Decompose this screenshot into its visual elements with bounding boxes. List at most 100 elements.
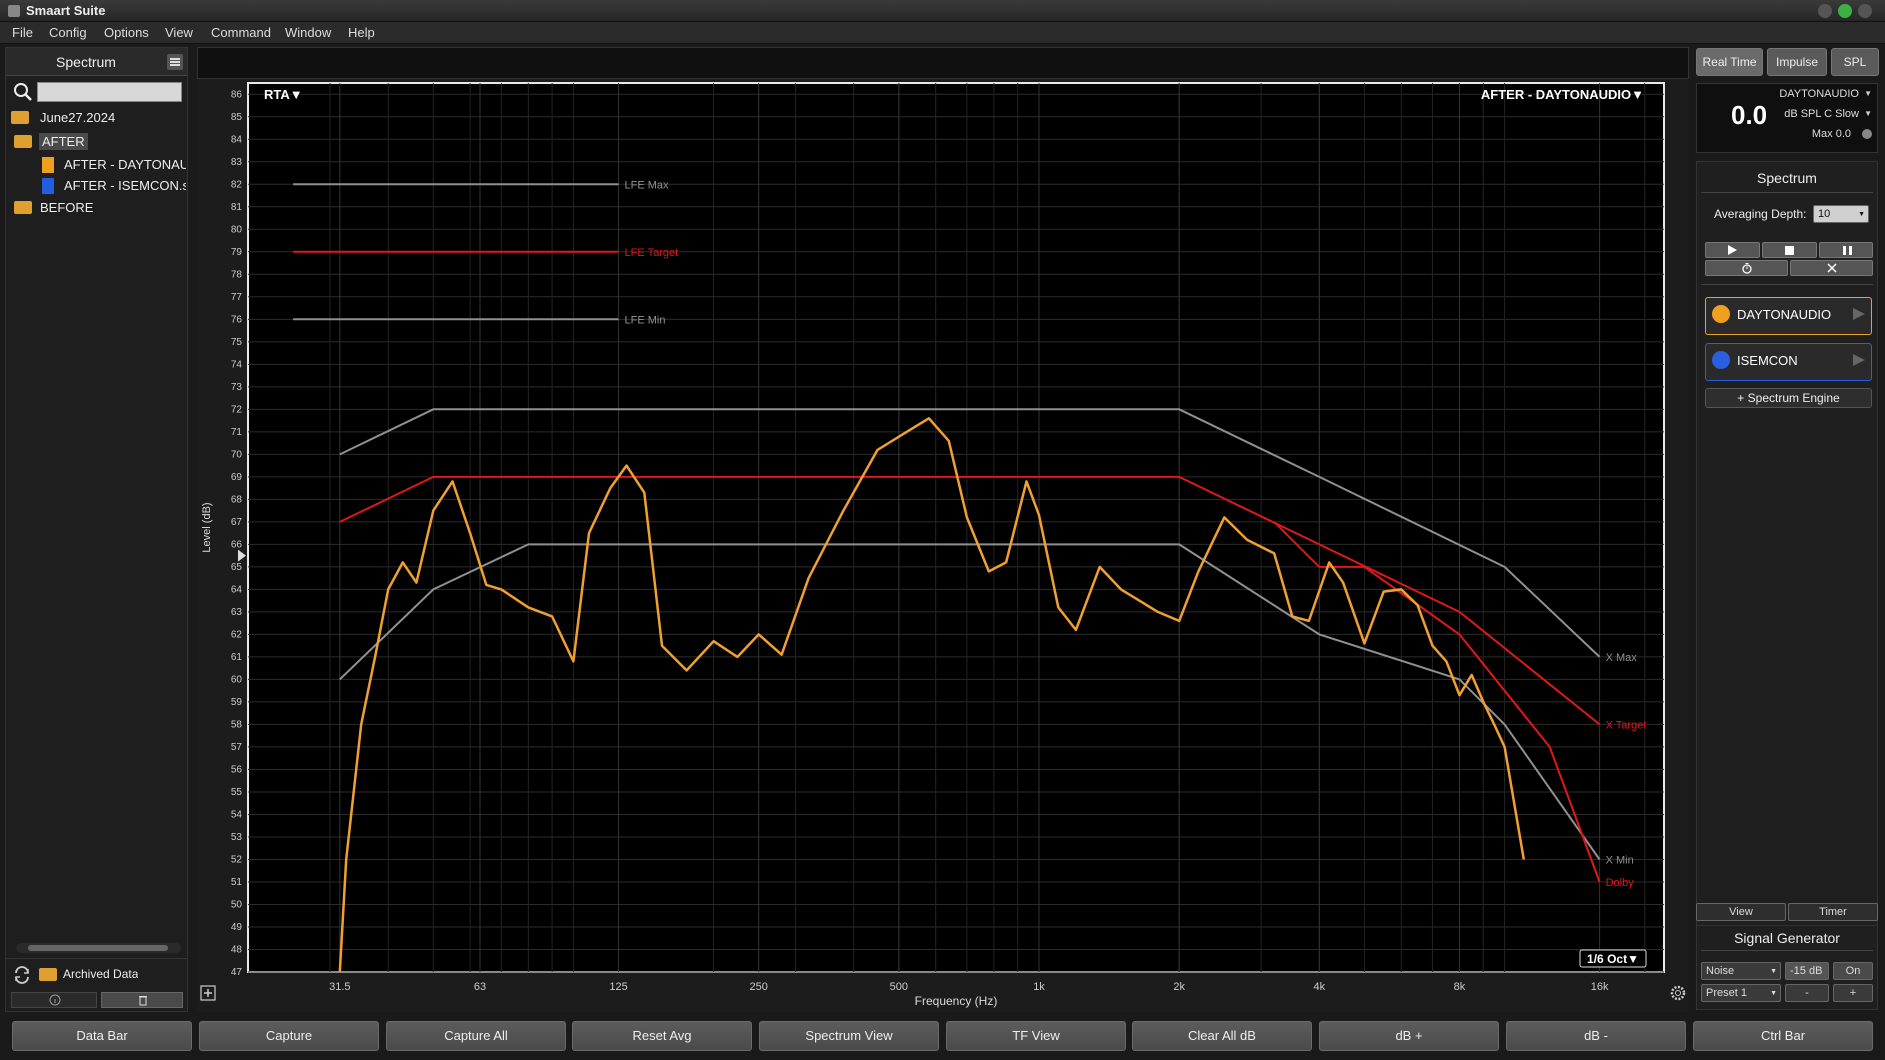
maximize-button[interactable] [1838,4,1852,18]
divider [1701,950,1873,951]
level-marker[interactable] [238,549,246,562]
timer-button[interactable] [1705,260,1788,276]
archived-data-row[interactable]: Archived Data [6,958,187,988]
averaging-label: Averaging Depth: [1714,207,1807,221]
file-browser-title: Spectrum [56,54,116,70]
x-tick-label: 16k [1591,981,1609,993]
measurement-daytonaudio[interactable]: DAYTONAUDIO [1705,297,1872,335]
menu-file[interactable]: File [12,25,33,40]
minimize-button[interactable] [1818,4,1832,18]
file-browser-scrollbar[interactable] [16,943,181,953]
y-tick-label: 50 [231,899,243,910]
spectrum-plot[interactable]: 47 48 49 50 51 52 53 54 55 56 57 58 59 60 61 62 63 64 65 66… [197,79,1689,1012]
clear-all-db-button[interactable]: Clear All dB [1132,1021,1312,1051]
window-title: Smaart Suite [26,3,106,18]
sync-icon[interactable] [12,965,32,985]
play-icon[interactable] [1853,354,1865,366]
y-tick-label: 85 [231,112,243,123]
gear-icon[interactable] [1670,985,1686,1001]
trash-icon [139,996,147,1006]
archived-data-label: Archived Data [63,967,139,981]
ctrl-bar-button[interactable]: Ctrl Bar [1693,1021,1873,1051]
chevron-down-icon: ▼ [1864,89,1872,98]
signal-on-button[interactable]: On [1833,962,1873,980]
tree-item-after[interactable]: AFTER [6,132,187,152]
y-tick-label: 86 [231,89,243,100]
level-minus-button[interactable]: - [1785,984,1829,1002]
y-tick-label: 70 [231,449,243,460]
spectrum-engine-button[interactable]: + Spectrum Engine [1705,388,1872,408]
tree-item-after-isemcon[interactable]: AFTER - ISEMCON.s [6,176,187,196]
y-tick-label: 73 [231,382,243,393]
menu-view[interactable]: View [165,25,193,40]
db-plus-button[interactable]: dB + [1319,1021,1499,1051]
tf-view-button[interactable]: TF View [946,1021,1126,1051]
y-tick-label: 62 [231,629,243,640]
stop-button[interactable] [1762,242,1817,258]
signal-type-value: Noise [1706,965,1735,977]
close-button[interactable] [1858,4,1872,18]
preset-select[interactable]: Preset 1 ▼ [1701,984,1781,1002]
tree-item-after-daytonaudio[interactable]: AFTER - DAYTONAUDIO [6,155,187,175]
tree-item-before[interactable]: BEFORE [6,198,187,218]
spl-source[interactable]: DAYTONAUDIO [1779,88,1859,100]
spectrum-section-title: Spectrum [1757,170,1817,186]
menu-config[interactable]: Config [49,25,87,40]
info-icon [49,994,61,1006]
tree-label: AFTER [39,133,88,150]
delete-button[interactable] [101,992,183,1008]
signal-type-select[interactable]: Noise ▼ [1701,962,1781,980]
y-tick-label: 74 [231,359,243,370]
menu-options[interactable]: Options [104,25,149,40]
x-tick-label: 31.5 [329,981,350,993]
tools-button[interactable] [1790,260,1873,276]
db-minus-button[interactable]: dB - [1506,1021,1686,1051]
spl-meter: DAYTONAUDIO ▼ 0.0 dB SPL C Slow ▼ Max 0.… [1696,83,1878,153]
play-icon[interactable] [1853,308,1865,320]
data-bar-button[interactable]: Data Bar [12,1021,192,1051]
y-tick-label: 80 [231,224,243,235]
x-tick-label: 2k [1173,981,1185,993]
pause-button[interactable] [1819,242,1873,258]
measurement-label: DAYTONAUDIO [1737,307,1832,322]
capture-button[interactable]: Capture [199,1021,379,1051]
y-tick-label: 75 [231,337,243,348]
reset-avg-button[interactable]: Reset Avg [572,1021,752,1051]
chevron-down-icon: ▼ [1770,968,1777,975]
file-browser-footer [11,992,183,1008]
tab-impulse[interactable]: Impulse [1767,48,1827,76]
view-button[interactable]: View [1696,903,1786,921]
level-plus-button[interactable]: + [1833,984,1873,1002]
measurement-isemcon[interactable]: ISEMCON [1705,343,1872,381]
spectrum-chart[interactable]: 47 48 49 50 51 52 53 54 55 56 57 58 59 60 61 62 63 64 65 66… [197,79,1689,1012]
search-input[interactable] [37,82,182,102]
spl-reset-dot[interactable] [1862,129,1872,139]
info-button[interactable] [11,992,97,1008]
x-tick-label: 250 [750,981,768,993]
tree-label: BEFORE [40,200,94,215]
averaging-select[interactable]: 10 ▼ [1813,205,1869,223]
y-tick-label: 69 [231,472,243,483]
y-tick-label: 81 [231,202,243,213]
y-tick-label: 68 [231,494,243,505]
capture-all-button[interactable]: Capture All [386,1021,566,1051]
timer-tab-button[interactable]: Timer [1788,903,1878,921]
menu-window[interactable]: Window [285,25,331,40]
divider [1701,192,1873,193]
panel-menu-icon[interactable] [167,54,183,70]
signal-generator-title: Signal Generator [1734,930,1840,946]
y-tick-label: 60 [231,674,243,685]
signal-level[interactable]: -15 dB [1785,962,1829,980]
spl-value: 0.0 [1731,100,1768,130]
menu-help[interactable]: Help [348,25,375,40]
y-tick-label: 71 [231,427,243,438]
play-button[interactable] [1705,242,1760,258]
rta-mode-dropdown: RTA▼ [264,87,303,102]
tab-real-time[interactable]: Real Time [1696,48,1763,76]
spectrum-view-button[interactable]: Spectrum View [759,1021,939,1051]
tab-spl[interactable]: SPL [1831,48,1879,76]
tree-item-june[interactable]: June27.2024 [6,108,187,128]
spl-unit[interactable]: dB SPL C Slow [1784,108,1859,120]
y-tick-label: 54 [231,809,243,820]
menu-command[interactable]: Command [211,25,271,40]
